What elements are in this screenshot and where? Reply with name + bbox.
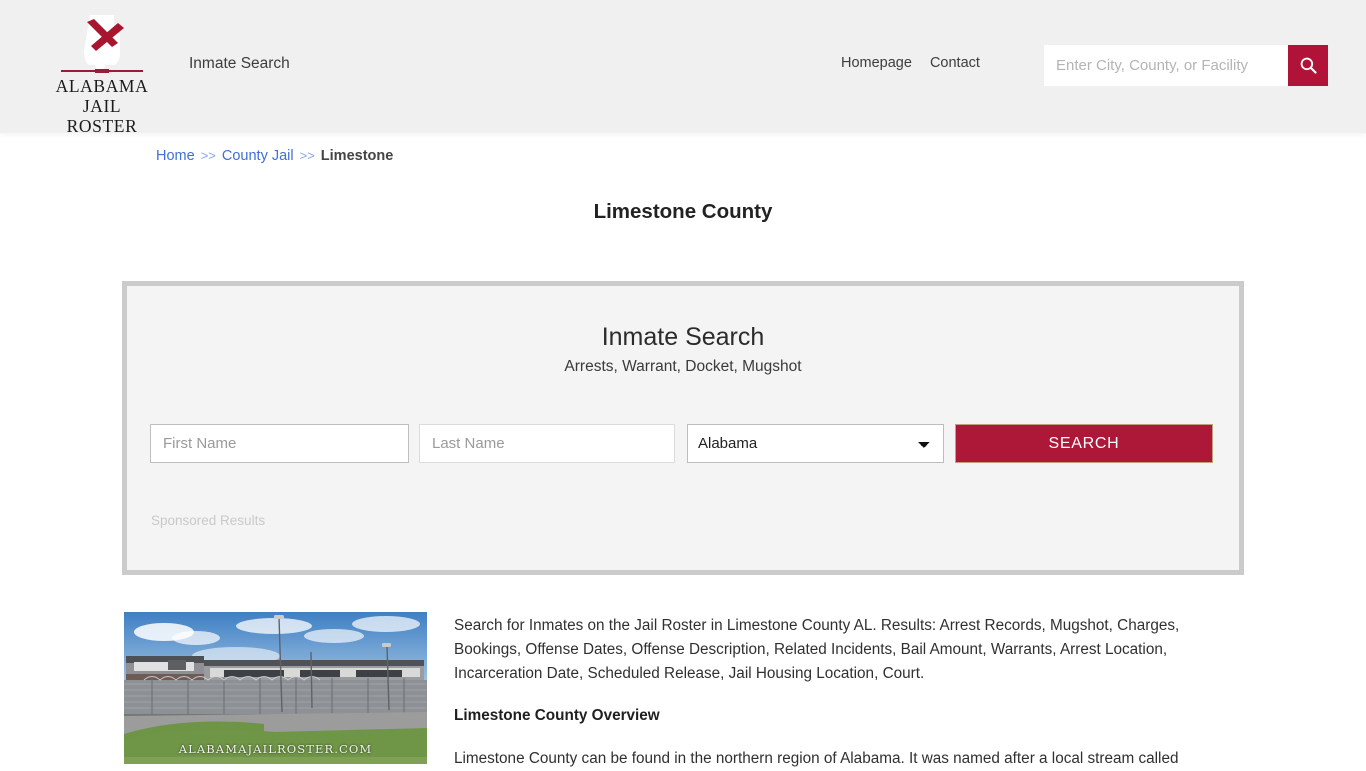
- header-search-button[interactable]: [1288, 45, 1328, 86]
- nav-contact[interactable]: Contact: [930, 55, 980, 71]
- site-header: ALABAMA JAIL ROSTER Inmate Search Homepa…: [0, 0, 1366, 136]
- facility-photo: ALABAMAJAILROSTER.COM: [124, 612, 427, 764]
- panel-subheading: Arrests, Warrant, Docket, Mugshot: [564, 358, 802, 375]
- first-name-input[interactable]: [150, 424, 409, 463]
- photo-watermark: ALABAMAJAILROSTER.COM: [178, 742, 373, 756]
- breadcrumb-item-current: Limestone: [320, 148, 394, 164]
- search-icon: [1300, 57, 1317, 74]
- breadcrumb: Home >> County Jail >> Limestone: [156, 148, 393, 164]
- location-search-input[interactable]: [1044, 45, 1288, 86]
- panel-heading: Inmate Search: [601, 323, 765, 351]
- overview-heading: Limestone County Overview: [454, 707, 660, 724]
- nav-inmate-search[interactable]: Inmate Search: [189, 55, 290, 73]
- nav-homepage[interactable]: Homepage: [841, 55, 912, 71]
- article-text: Search for Inmates on the Jail Roster in…: [454, 614, 1214, 771]
- overview-paragraph: Limestone County can be found in the nor…: [454, 750, 1179, 767]
- sponsored-results-label: Sponsored Results: [151, 513, 266, 528]
- nav-inmate-search-link[interactable]: Inmate Search: [189, 55, 290, 72]
- logo-line-1: ALABAMA: [55, 76, 149, 96]
- logo-wordmark: ALABAMA JAIL ROSTER: [46, 76, 158, 136]
- breadcrumb-separator: >>: [299, 148, 315, 163]
- page-title: Limestone County: [593, 200, 773, 223]
- header-nav: Homepage Contact: [841, 55, 980, 71]
- alabama-flag-state-icon: [84, 15, 124, 69]
- breadcrumb-separator: >>: [200, 148, 216, 163]
- logo-line-2: JAIL ROSTER: [66, 96, 138, 136]
- header-search: [1044, 45, 1328, 86]
- header-inner: ALABAMA JAIL ROSTER Inmate Search Homepa…: [0, 0, 1366, 136]
- site-logo[interactable]: ALABAMA JAIL ROSTER: [46, 13, 158, 136]
- breadcrumb-item-county-jail[interactable]: County Jail: [222, 148, 294, 164]
- breadcrumb-item-home[interactable]: Home: [156, 148, 195, 164]
- search-button[interactable]: SEARCH: [955, 424, 1213, 463]
- inmate-search-form: Alabama SEARCH: [150, 424, 1216, 463]
- intro-paragraph: Search for Inmates on the Jail Roster in…: [454, 617, 1180, 682]
- inmate-search-panel: Inmate Search Arrests, Warrant, Docket, …: [122, 281, 1244, 575]
- state-select[interactable]: Alabama: [687, 424, 944, 463]
- logo-divider: [61, 70, 143, 72]
- last-name-input[interactable]: [419, 424, 675, 463]
